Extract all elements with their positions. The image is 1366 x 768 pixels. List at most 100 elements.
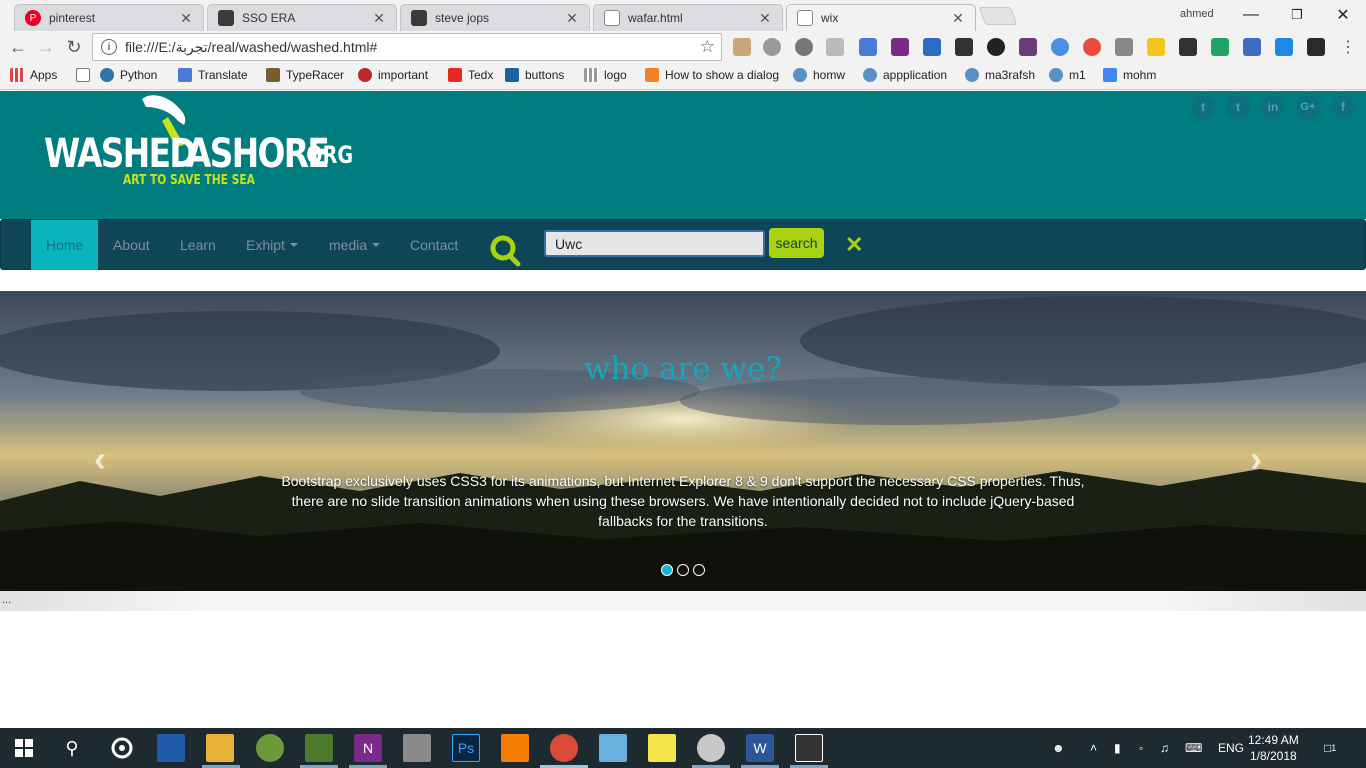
- sticky-notes-icon[interactable]: [648, 734, 676, 762]
- language-indicator[interactable]: ENG: [1218, 728, 1244, 768]
- download-icon[interactable]: [1051, 38, 1069, 56]
- color-wheel-icon[interactable]: [1083, 38, 1101, 56]
- window-close-icon[interactable]: ✕: [1320, 0, 1366, 30]
- notification-center-icon[interactable]: □ 1: [1324, 728, 1336, 768]
- tab-steve-jops[interactable]: steve jops ✕: [400, 4, 590, 31]
- eyedropper-icon[interactable]: [1115, 38, 1133, 56]
- m-icon[interactable]: [1147, 38, 1165, 56]
- carousel-next-icon[interactable]: ›: [1250, 438, 1262, 480]
- nav-about[interactable]: About: [113, 220, 150, 270]
- back-icon[interactable]: ←: [6, 35, 30, 59]
- carousel-indicator-3[interactable]: [693, 564, 705, 576]
- close-icon[interactable]: ✕: [179, 10, 193, 27]
- drive-icon[interactable]: [1211, 38, 1229, 56]
- close-icon[interactable]: ✕: [951, 10, 965, 27]
- shield-icon[interactable]: [1307, 38, 1325, 56]
- tumblr-icon[interactable]: t: [1226, 95, 1250, 119]
- xampp-icon[interactable]: [501, 734, 529, 762]
- info-icon[interactable]: i: [101, 39, 117, 55]
- dropbox-icon[interactable]: [826, 38, 844, 56]
- bookmark-m1[interactable]: m1: [1049, 68, 1086, 82]
- close-icon[interactable]: ✕: [565, 10, 579, 27]
- facebook-icon[interactable]: f: [1331, 95, 1355, 119]
- bookmark-page[interactable]: [76, 68, 96, 82]
- bookmark-tedx[interactable]: Tedx: [448, 68, 493, 82]
- linkedin-icon[interactable]: in: [1261, 95, 1285, 119]
- forward-icon[interactable]: →: [34, 35, 58, 59]
- address-bar[interactable]: i file:///E:/تجربة/real/washed/washed.ht…: [92, 33, 722, 61]
- chrome-icon[interactable]: [550, 734, 578, 762]
- search-button[interactable]: search: [769, 228, 824, 258]
- search-icon[interactable]: [488, 234, 522, 268]
- evernote-icon[interactable]: [1179, 38, 1197, 56]
- search-taskbar-icon[interactable]: ⚲: [58, 734, 86, 762]
- reload-icon[interactable]: ↻: [62, 35, 86, 59]
- nav-exhipt[interactable]: Exhipt: [246, 220, 298, 270]
- url-text[interactable]: file:///E:/تجربة/real/washed/washed.html…: [125, 39, 700, 56]
- file-explorer-icon[interactable]: [206, 734, 234, 762]
- bookmark-logo[interactable]: logo: [584, 68, 627, 82]
- bookmark-python[interactable]: Python: [100, 68, 157, 82]
- onenote-taskbar-icon[interactable]: N: [354, 734, 382, 762]
- nav-learn[interactable]: Learn: [180, 220, 216, 270]
- bookmark-homw[interactable]: homw: [793, 68, 845, 82]
- bookmark-typeracer[interactable]: TypeRacer: [266, 68, 344, 82]
- film-icon[interactable]: [955, 38, 973, 56]
- nav-media[interactable]: media: [329, 220, 381, 270]
- wifi-icon[interactable]: ◦: [1139, 728, 1143, 768]
- bookmark-mohm[interactable]: mohm: [1103, 68, 1156, 82]
- paint-icon[interactable]: [697, 734, 725, 762]
- close-icon[interactable]: ✕: [372, 10, 386, 27]
- word-icon[interactable]: W: [746, 734, 774, 762]
- bookmark-dialog[interactable]: How to show a dialog: [645, 68, 781, 82]
- bookmark-star-icon[interactable]: ☆: [700, 37, 715, 57]
- tray-chevron-up-icon[interactable]: ˄: [1090, 728, 1097, 768]
- profile-name[interactable]: ahmed: [1180, 8, 1214, 20]
- bookmark-important[interactable]: important: [358, 68, 428, 82]
- camera-icon[interactable]: [763, 38, 781, 56]
- photoshop-icon[interactable]: Ps: [452, 734, 480, 762]
- extension-icon[interactable]: [733, 38, 751, 56]
- nav-contact[interactable]: Contact: [410, 220, 458, 270]
- google-plus-icon[interactable]: G+: [1296, 95, 1320, 119]
- store-icon[interactable]: [157, 734, 185, 762]
- settings-app-icon[interactable]: [403, 734, 431, 762]
- carousel-prev-icon[interactable]: ‹: [94, 438, 106, 480]
- keyboard-icon[interactable]: ⌨: [1185, 728, 1202, 768]
- android-studio-icon[interactable]: [256, 734, 284, 762]
- bulb-icon[interactable]: [795, 38, 813, 56]
- bookmark-appplication[interactable]: appplication: [863, 68, 947, 82]
- people-icon[interactable]: ☻: [1052, 728, 1065, 768]
- art-icon[interactable]: [1019, 38, 1037, 56]
- photos-icon[interactable]: [795, 734, 823, 762]
- tab-pinterest[interactable]: P pinterest ✕: [14, 4, 204, 31]
- speed-icon[interactable]: [987, 38, 1005, 56]
- translate-ext-icon[interactable]: [859, 38, 877, 56]
- project-icon[interactable]: [305, 734, 333, 762]
- tab-sso-era[interactable]: SSO ERA ✕: [207, 4, 397, 31]
- bookmark-apps[interactable]: Apps: [10, 68, 57, 82]
- new-badge-icon[interactable]: [923, 38, 941, 56]
- carousel-indicator-2[interactable]: [677, 564, 689, 576]
- restore-icon[interactable]: ❐: [1274, 0, 1320, 30]
- cortana-icon[interactable]: [108, 734, 136, 762]
- site-logo[interactable]: WASHED ASHORE .ORG ART TO SAVE THE SEA: [44, 91, 364, 201]
- tab-wix[interactable]: wix ✕: [786, 4, 976, 31]
- minimize-icon[interactable]: —: [1228, 0, 1274, 30]
- close-icon[interactable]: ✕: [758, 10, 772, 27]
- onenote-icon[interactable]: [891, 38, 909, 56]
- carousel-indicator-1[interactable]: [661, 564, 673, 576]
- search-input[interactable]: [544, 230, 765, 257]
- close-search-icon[interactable]: ✕: [845, 232, 863, 258]
- twitter-icon[interactable]: t: [1191, 95, 1215, 119]
- menu-icon[interactable]: ⋮: [1336, 35, 1360, 59]
- new-tab-button[interactable]: [978, 7, 1018, 25]
- tab-wafar[interactable]: wafar.html ✕: [593, 4, 783, 31]
- ebook-icon[interactable]: [599, 734, 627, 762]
- system-clock[interactable]: 12:49 AM 1/8/2018: [1248, 732, 1299, 764]
- volume-icon[interactable]: ♫: [1160, 728, 1169, 768]
- bookmark-ma3rafsh[interactable]: ma3rafsh: [965, 68, 1035, 82]
- skype-icon[interactable]: [1275, 38, 1293, 56]
- battery-icon[interactable]: ▮: [1114, 728, 1121, 768]
- nav-home[interactable]: Home: [31, 220, 99, 270]
